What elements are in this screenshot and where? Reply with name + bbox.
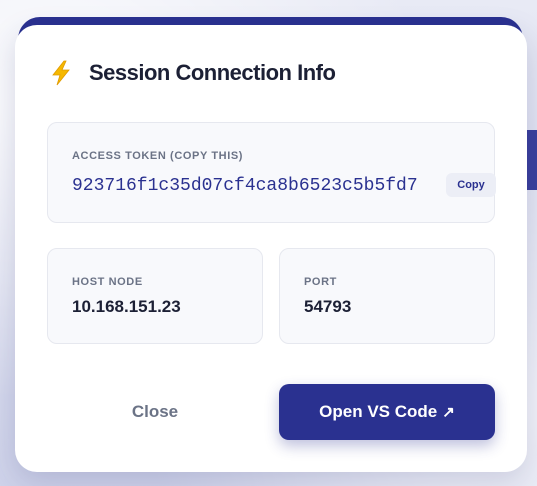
close-button[interactable]: Close: [47, 384, 263, 440]
port-label: PORT: [304, 276, 337, 288]
modal-header: Session Connection Info: [47, 59, 336, 87]
port-card: PORT 54793: [279, 248, 495, 344]
access-token-label: ACCESS TOKEN (COPY THIS): [72, 150, 244, 162]
host-node-card: HOST NODE 10.168.151.23: [47, 248, 263, 344]
port-value: 54793: [304, 297, 352, 316]
modal-title: Session Connection Info: [89, 60, 336, 85]
session-info-modal: Session Connection Info ACCESS TOKEN (CO…: [15, 25, 527, 472]
host-node-value: 10.168.151.23: [72, 297, 181, 316]
lightning-bolt-icon: [47, 59, 75, 87]
external-link-arrow-icon: ↗: [442, 404, 455, 421]
access-token-card: ACCESS TOKEN (COPY THIS) 923716f1c35d07c…: [47, 122, 496, 223]
open-vs-code-button[interactable]: Open VS Code ↗: [279, 384, 495, 440]
copy-token-button[interactable]: Copy: [446, 173, 496, 197]
access-token-value[interactable]: 923716f1c35d07cf4ca8b6523c5b5fd7: [72, 176, 418, 196]
open-vs-code-label: Open VS Code: [319, 402, 438, 421]
host-node-label: HOST NODE: [72, 276, 143, 288]
